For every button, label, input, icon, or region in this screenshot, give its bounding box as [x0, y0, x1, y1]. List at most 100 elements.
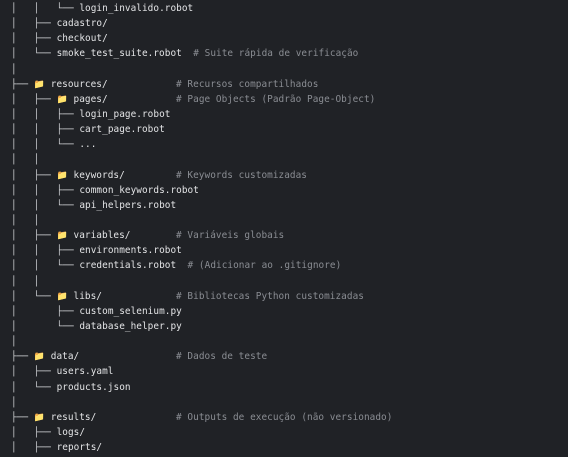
folder-name[interactable]: pages/: [74, 94, 108, 105]
tree-connector: │ ├──: [11, 442, 57, 454]
comment-text: # Bibliotecas Python customizadas: [176, 290, 364, 302]
file-name[interactable]: smoke_test_suite.robot: [57, 48, 182, 59]
tree-connector: │ │ └──: [11, 260, 80, 272]
file-name[interactable]: reports/: [57, 442, 103, 453]
tree-connector: │ ├──: [11, 18, 57, 30]
tree-connector: │ │ ├──: [11, 184, 80, 196]
folder-name[interactable]: libs/: [74, 291, 102, 302]
tree-connector: │: [11, 396, 17, 408]
file-name[interactable]: api_helpers.robot: [79, 200, 176, 211]
file-name[interactable]: checkout/: [57, 33, 108, 44]
tree-line: │ ├── 📁 keywords/ # Keywords customizada…: [11, 168, 568, 183]
folder-icon: 📁: [33, 79, 46, 90]
comment-text: # Variáveis globais: [176, 230, 285, 242]
file-name[interactable]: database_helper.py: [79, 321, 182, 332]
file-name[interactable]: login_invalido.robot: [79, 3, 193, 14]
tree-connector: │: [11, 63, 17, 75]
file-name[interactable]: credentials.robot: [79, 260, 176, 271]
tree-line: │: [11, 395, 568, 410]
comment-text: # Suite rápida de verificação: [193, 48, 359, 60]
file-name[interactable]: logs/: [57, 427, 85, 438]
tree-connector: ├──: [11, 78, 34, 90]
file-name[interactable]: environments.robot: [79, 245, 182, 256]
tree-line: │ │: [11, 213, 568, 228]
comment-padding: [125, 170, 176, 181]
comment-padding: [182, 48, 193, 59]
folder-icon: 📁: [56, 94, 68, 105]
file-name[interactable]: products.json: [57, 382, 131, 393]
folder-name[interactable]: variables/: [74, 230, 131, 241]
tree-line: │ │ ├── cart_page.robot: [11, 122, 568, 137]
comment-text: # (Adicionar ao .gitignore): [187, 260, 342, 272]
tree-connector: │ │: [11, 214, 40, 226]
tree-connector: │ │ └──: [11, 199, 80, 211]
tree-connector: │ ├──: [11, 33, 57, 45]
folder-name[interactable]: results/: [51, 412, 97, 423]
folder-name[interactable]: data/: [51, 351, 79, 362]
tree-line: │ ├── custom_selenium.py: [11, 304, 568, 319]
tree-line: │ └── products.json: [11, 380, 568, 395]
tree-connector: │ ├──: [11, 426, 57, 438]
tree-connector: │ │ ├──: [11, 108, 80, 120]
tree-connector: │ └──: [11, 48, 57, 60]
comment-text: # Keywords customizadas: [176, 169, 307, 181]
comment-padding: [108, 79, 176, 90]
comment-text: # Recursos compartilhados: [176, 78, 319, 90]
folder-icon: 📁: [56, 291, 68, 302]
tree-line: ├── 📁 resources/ # Recursos compartilhad…: [11, 77, 568, 92]
tree-connector: │ └──: [11, 290, 57, 302]
folder-icon: 📁: [56, 231, 68, 242]
file-name[interactable]: users.yaml: [57, 366, 114, 377]
file-name[interactable]: login_page.robot: [79, 109, 170, 120]
tree-line: │ │ └── credentials.robot # (Adicionar a…: [11, 258, 568, 273]
tree-line: │ └── smoke_test_suite.robot # Suite ráp…: [11, 46, 568, 61]
tree-line: │ │ └── login_invalido.robot: [11, 1, 568, 16]
file-name[interactable]: custom_selenium.py: [79, 306, 182, 317]
tree-line: │ ├── reports/: [11, 440, 568, 455]
tree-connector: │ │ └──: [11, 139, 80, 151]
folder-icon: 📁: [56, 170, 68, 181]
tree-line: │ │ ├── environments.robot: [11, 243, 568, 258]
tree-connector: │ │ ├──: [11, 245, 80, 257]
file-name[interactable]: common_keywords.robot: [79, 185, 199, 196]
comment-text: # Outputs de execução (não versionado): [176, 411, 393, 423]
folder-name[interactable]: resources/: [51, 79, 108, 90]
tree-line: │ ├── cadastro/: [11, 16, 568, 31]
tree-line: │ ├── users.yaml: [11, 364, 568, 379]
tree-line: │ │: [11, 274, 568, 289]
comment-text: # Dados de teste: [176, 351, 268, 363]
comment-padding: [176, 260, 187, 271]
tree-line: ├── 📁 data/ # Dados de teste: [11, 349, 568, 364]
tree-line: │: [11, 62, 568, 77]
tree-line: │ └── database_helper.py: [11, 319, 568, 334]
folder-name[interactable]: keywords/: [74, 170, 125, 181]
tree-line: │ ├── checkout/: [11, 31, 568, 46]
tree-line: │ └── 📁 libs/ # Bibliotecas Python custo…: [11, 289, 568, 304]
comment-text: # Page Objects (Padrão Page-Object): [176, 93, 376, 105]
file-name[interactable]: cart_page.robot: [79, 124, 164, 135]
comment-padding: [108, 94, 176, 105]
tree-line: │ │ ├── login_page.robot: [11, 107, 568, 122]
tree-line: │ │ └── ...: [11, 137, 568, 152]
tree-connector: │ │ └──: [11, 3, 80, 14]
tree-connector: ├──: [11, 351, 34, 363]
file-name[interactable]: cadastro/: [57, 18, 108, 29]
comment-padding: [79, 351, 176, 362]
tree-connector: │ └──: [11, 381, 57, 393]
tree-line: │ │ ├── common_keywords.robot: [11, 183, 568, 198]
tree-connector: │ │: [11, 275, 40, 287]
tree-connector: ├──: [11, 411, 34, 423]
tree-line: │: [11, 334, 568, 349]
tree-connector: │ │ ├──: [11, 124, 80, 136]
tree-line: │ │ └── api_helpers.robot: [11, 198, 568, 213]
tree-line: │ ├── 📁 pages/ # Page Objects (Padrão Pa…: [11, 92, 568, 107]
tree-connector: │ ├──: [11, 169, 57, 181]
folder-icon: 📁: [33, 352, 46, 363]
tree-connector: │: [11, 336, 17, 348]
tree-connector: │ │: [11, 154, 40, 166]
file-name[interactable]: ...: [79, 139, 96, 150]
tree-connector: │ └──: [11, 320, 80, 332]
tree-line: ├── 📁 results/ # Outputs de execução (nã…: [11, 410, 568, 425]
tree-line: │ ├── 📁 variables/ # Variáveis globais: [11, 228, 568, 243]
comment-padding: [102, 291, 176, 302]
